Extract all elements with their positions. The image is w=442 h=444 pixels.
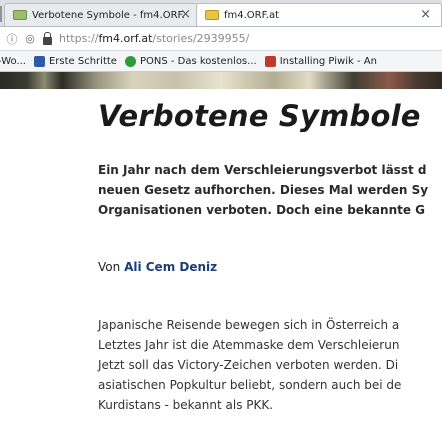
lead-line: neuen Gesetz aufhorchen. Dieses Mal werd…	[98, 183, 429, 197]
article-body: Japanische Reisende bewegen sich in Öste…	[98, 315, 442, 415]
tab-strip-edge	[0, 6, 2, 22]
bookmark-erste-schritte[interactable]: Erste Schritte	[33, 55, 117, 67]
body-line: Japanische Reisende bewegen sich in Öste…	[98, 318, 400, 332]
tab-strip: Verbotene Symbole - fm4.ORF. × fm4.ORF.a…	[0, 0, 442, 27]
info-icon[interactable]: ⓘ	[6, 31, 18, 47]
article-lead: Ein Jahr nach dem Verschleierungsverbot …	[98, 160, 442, 220]
bookmark-truncated[interactable]: -Wo...	[0, 56, 26, 67]
tab-verbotene-symbole[interactable]: Verbotene Symbole - fm4.ORF. ×	[4, 3, 198, 26]
tab-fm4-orf[interactable]: fm4.ORF.at ×	[196, 3, 442, 26]
address-bar[interactable]: ⓘ ◎ https://fm4.orf.at/stories/2939955/	[0, 27, 442, 51]
lead-line: Organisationen verboten. Doch eine bekan…	[98, 203, 426, 217]
close-tab-icon[interactable]: ×	[180, 7, 191, 22]
url-prefix: https://	[59, 32, 99, 45]
bookmarks-bar: -Wo... Erste Schritte PONS - Das kostenl…	[0, 51, 442, 72]
pons-icon	[124, 55, 136, 67]
close-tab-icon[interactable]: ×	[420, 7, 431, 22]
bookmark-page-icon	[33, 55, 45, 67]
bookmark-label: Erste Schritte	[48, 55, 117, 67]
article-title: Verbotene Symbole	[98, 99, 421, 133]
lead-line: Ein Jahr nach dem Verschleierungsverbot …	[98, 163, 427, 177]
lock-icon[interactable]	[43, 31, 52, 45]
bookmark-label: PONS - Das kostenlos...	[139, 55, 257, 67]
body-line: Jetzt soll das Victory-Zeichen verboten …	[98, 358, 399, 372]
piwik-icon	[264, 55, 276, 67]
url-host: fm4.orf.at	[98, 32, 153, 45]
tab-title: Verbotene Symbole - fm4.ORF.	[32, 9, 185, 21]
author-link[interactable]: Ali Cem Deniz	[124, 260, 217, 274]
bookmark-pons[interactable]: PONS - Das kostenlos...	[124, 55, 257, 67]
body-line: asiatischen Popkultur beliebt, sondern a…	[98, 378, 402, 392]
byline-prefix: Von	[98, 260, 121, 274]
bookmark-piwik[interactable]: Installing Piwik - An	[264, 55, 377, 67]
url-field[interactable]: https://fm4.orf.at/stories/2939955/	[59, 32, 249, 45]
body-line: Kurdistans - bekannt als PKK.	[98, 398, 274, 412]
body-line: Letztes Jahr ist die Atemmaske dem Versc…	[98, 338, 400, 352]
orf-favicon-icon	[13, 10, 27, 20]
article-header-image	[0, 72, 442, 89]
shield-icon[interactable]: ◎	[24, 32, 36, 45]
bookmark-label: Installing Piwik - An	[279, 55, 377, 67]
bookmark-label: -Wo...	[0, 55, 26, 67]
fm4-favicon-icon	[205, 10, 219, 20]
url-path: /stories/2939955/	[152, 32, 250, 45]
tab-title: fm4.ORF.at	[224, 9, 279, 21]
byline: Von Ali Cem Deniz	[98, 260, 217, 274]
